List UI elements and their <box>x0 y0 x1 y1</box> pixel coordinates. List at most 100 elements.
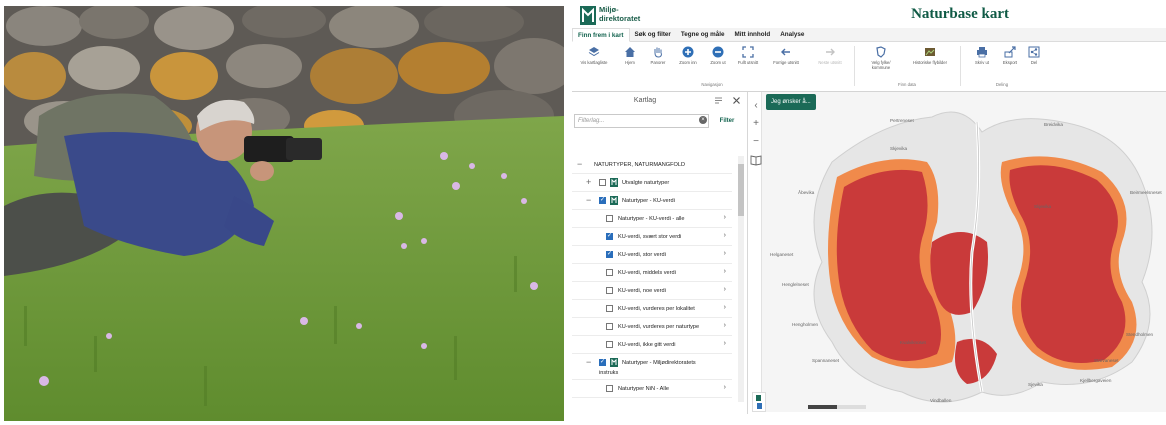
next-extent-button[interactable]: Neste utsnitt <box>812 46 848 65</box>
layer-checkbox[interactable] <box>606 215 613 222</box>
scrollbar-thumb[interactable] <box>738 164 744 216</box>
layer-label: Naturtyper NiN - Alle <box>618 386 669 392</box>
layers-panel-title: Kartlag <box>633 97 657 104</box>
filter-input[interactable]: Filterlag... <box>574 114 709 128</box>
tab-sok-og-filter[interactable]: Søk og filter <box>630 28 676 42</box>
collage: Miljø- direktoratet Naturbase kart Finn … <box>0 0 1166 425</box>
map-zoom-out-icon[interactable]: − <box>750 136 762 148</box>
chevron-right-icon[interactable]: › <box>724 286 726 293</box>
zoom-out-label: Zoom ut <box>710 60 726 65</box>
map-bottom-bar <box>748 412 1166 421</box>
place-label: Hengholmen <box>792 322 819 327</box>
previous-extent-button[interactable]: Forrige utsnitt <box>768 46 804 65</box>
chevron-right-icon[interactable]: › <box>724 384 726 391</box>
share-icon <box>1028 46 1040 58</box>
sublayer-ku-stor[interactable]: KU-verdi, stor verdi › <box>572 246 732 264</box>
place-label: Skjevika <box>890 146 908 151</box>
layer-checkbox[interactable] <box>599 179 606 186</box>
layer-checkbox[interactable] <box>606 305 613 312</box>
full-extent-label: Fullt utsnitt <box>737 60 759 65</box>
layer-naturtyper-ku-verdi[interactable]: − Naturtyper - KU-verdi <box>572 192 732 210</box>
layer-list-label: Vis kartlagliste <box>580 60 608 65</box>
tab-mitt-innhold[interactable]: Mitt innhold <box>730 28 776 42</box>
clear-filter-icon[interactable]: × <box>699 116 707 124</box>
layer-list-button[interactable]: Vis kartlagliste <box>576 46 612 65</box>
filter-button[interactable]: Filter <box>713 114 741 128</box>
layer-label: NATURTYPER, NATURMANGFOLD <box>594 162 686 168</box>
place-label: Starvaneset <box>1094 358 1119 363</box>
collapse-icon[interactable]: − <box>586 357 591 367</box>
minus-icon <box>712 46 724 58</box>
chevron-right-icon[interactable]: › <box>724 268 726 275</box>
chevron-right-icon[interactable]: › <box>724 340 726 347</box>
aerial-photo-icon <box>925 48 935 56</box>
layer-checkbox[interactable] <box>606 269 613 276</box>
export-label: Eksport <box>1002 60 1018 65</box>
full-extent-button[interactable]: Fullt utsnitt <box>730 46 766 65</box>
layer-label: Naturtyper - KU-verdi <box>622 198 675 204</box>
chevron-right-icon[interactable]: › <box>724 232 726 239</box>
map-view[interactable]: Pertreneset Breidvika Skjevika Åbevika B… <box>762 92 1166 412</box>
sublayer-ku-noe[interactable]: KU-verdi, noe verdi › <box>572 282 732 300</box>
layer-checkbox[interactable] <box>606 341 613 348</box>
layer-naturtyper-miljodirektoratet[interactable]: − Naturtyper - Miljødirektoratets instru… <box>572 354 732 380</box>
sublayer-ku-per-naturtype[interactable]: KU-verdi, vurderes per naturtype › <box>572 318 732 336</box>
layer-checkbox[interactable] <box>606 323 613 330</box>
layer-label: KU-verdi, middels verdi <box>618 270 676 276</box>
chevron-right-icon[interactable]: › <box>724 322 726 329</box>
layer-label: Naturtyper - Miljødirektoratets <box>622 360 696 366</box>
layer-utvalgte-naturtyper[interactable]: + Utvalgte naturtyper <box>572 174 732 192</box>
printer-icon <box>977 47 987 58</box>
tab-tegne-og-male[interactable]: Tegne og måle <box>676 28 730 42</box>
map-canvas[interactable] <box>762 92 1166 412</box>
expand-icon[interactable]: + <box>586 177 591 187</box>
historic-aerial-button[interactable]: Historiske flybilder <box>912 46 948 65</box>
list-options-icon[interactable] <box>714 96 723 105</box>
layer-checkbox[interactable] <box>606 232 613 240</box>
place-label: Åbevika <box>798 190 815 195</box>
historic-aerial-label: Historiske flybilder <box>913 60 947 65</box>
legend-book-icon <box>750 155 762 166</box>
layer-type-icon <box>610 178 618 187</box>
place-label: Skjevika <box>1034 204 1052 209</box>
layer-label: KU-verdi, vurderes per naturtype <box>618 324 700 330</box>
layer-label-line-2: instruks <box>599 370 619 376</box>
sublayer-ku-ikke-gitt[interactable]: KU-verdi, ikke gitt verdi › <box>572 336 732 354</box>
wish-to-button[interactable]: Jeg ønsker å... <box>766 94 816 110</box>
layer-list-scrollbar[interactable] <box>738 156 744 402</box>
sublayer-ku-middels[interactable]: KU-verdi, middels verdi › <box>572 264 732 282</box>
sublayer-ku-verdi-alle[interactable]: Naturtyper - KU-verdi - alle › <box>572 210 732 228</box>
chevron-right-icon[interactable]: › <box>724 250 726 257</box>
find-data-group-label: Finn data <box>898 82 916 87</box>
layer-checkbox[interactable] <box>606 287 613 294</box>
place-label: Kjellbergaveien <box>1080 378 1112 383</box>
select-county-button[interactable]: Velg fylke/ kommune <box>863 46 899 70</box>
layer-checkbox[interactable] <box>599 196 606 204</box>
share-button[interactable]: Del <box>1016 46 1052 65</box>
sublayer-nin-alle[interactable]: Naturtyper NiN - Alle › <box>572 380 732 398</box>
layer-checkbox[interactable] <box>606 385 613 392</box>
collapse-icon[interactable]: − <box>577 159 582 169</box>
collapse-icon[interactable]: − <box>586 195 591 205</box>
chevron-right-icon[interactable]: › <box>724 214 726 221</box>
previous-extent-label: Forrige utsnitt <box>773 60 799 65</box>
tab-finn-frem-i-kart[interactable]: Finn frem i kart <box>572 28 630 42</box>
sublayer-ku-per-lokalitet[interactable]: KU-verdi, vurderes per lokalitet › <box>572 300 732 318</box>
collapse-panel-icon[interactable]: ‹ <box>750 100 762 112</box>
layer-label: KU-verdi, ikke gitt verdi <box>618 342 676 348</box>
close-icon[interactable] <box>732 96 741 105</box>
sublayer-ku-svaert-stor[interactable]: KU-verdi, svært stor verdi › <box>572 228 732 246</box>
book-icon[interactable] <box>750 154 762 166</box>
tab-analyse[interactable]: Analyse <box>775 28 809 42</box>
layers-panel: Kartlag Filterlag... × Filter − NATURTYP… <box>572 92 748 414</box>
map-zoom-in-icon[interactable]: + <box>750 118 762 130</box>
hand-icon <box>654 47 662 58</box>
layer-list: − NATURTYPER, NATURMANGFOLD + Utvalgte n… <box>572 134 738 414</box>
layer-checkbox[interactable] <box>606 250 613 258</box>
layer-group-naturtyper[interactable]: − NATURTYPER, NATURMANGFOLD <box>572 156 732 174</box>
layer-checkbox[interactable] <box>599 358 606 366</box>
share-label: Del <box>1030 60 1038 65</box>
sharing-group-label: Deling <box>995 82 1009 87</box>
chevron-right-icon[interactable]: › <box>724 304 726 311</box>
menu-bar: Finn frem i kart Søk og filter Tegne og … <box>572 28 1166 42</box>
